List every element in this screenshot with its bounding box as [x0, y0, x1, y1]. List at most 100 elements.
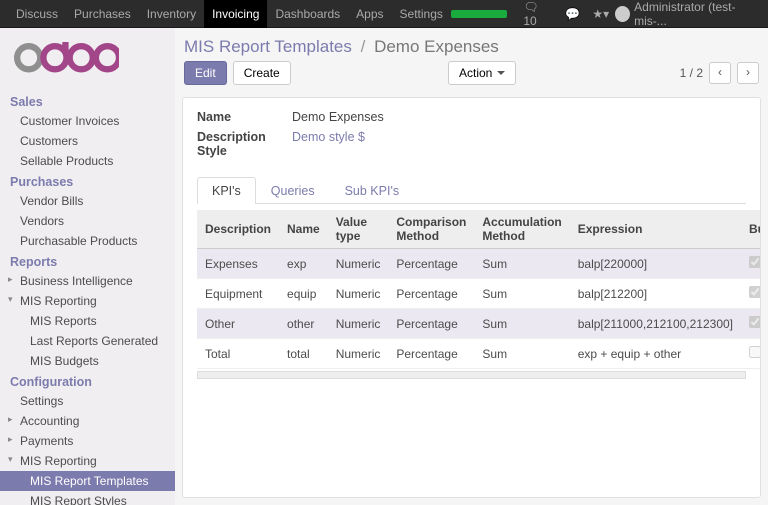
sidebar-item-mis-report-styles[interactable]: MIS Report Styles: [0, 491, 175, 505]
budgetable-checkbox[interactable]: [749, 256, 761, 268]
table-row[interactable]: OtherotherNumericPercentageSumbalp[21100…: [197, 309, 761, 339]
cell-name: exp: [279, 249, 328, 279]
sidebar-item-mis-budgets[interactable]: MIS Budgets: [0, 351, 175, 371]
cell-comp: Percentage: [388, 249, 474, 279]
nav-dashboards[interactable]: Dashboards: [267, 0, 348, 28]
budgetable-checkbox[interactable]: [749, 286, 761, 298]
column-header[interactable]: Description: [197, 210, 279, 249]
nav-discuss[interactable]: Discuss: [8, 0, 66, 28]
cell-name: total: [279, 339, 328, 369]
nav-settings[interactable]: Settings: [392, 0, 451, 28]
field-label-name: Name: [197, 110, 292, 124]
kpi-table: DescriptionNameValue typeComparison Meth…: [197, 210, 761, 369]
cell-name: other: [279, 309, 328, 339]
apps-icon[interactable]: ★▾: [592, 7, 609, 21]
sidebar-item-mis-reporting[interactable]: ▾MIS Reporting: [0, 291, 175, 311]
progress-bar[interactable]: [451, 10, 507, 18]
messages-icon[interactable]: 🗨 10: [523, 0, 553, 28]
pager-text: 1 / 2: [680, 66, 703, 80]
chevron-right-icon: ▸: [8, 414, 13, 425]
table-row[interactable]: EquipmentequipNumericPercentageSumbalp[2…: [197, 279, 761, 309]
nav-invoicing[interactable]: Invoicing: [204, 0, 267, 28]
sidebar-head-sales[interactable]: Sales: [0, 91, 175, 111]
main-layout: SalesCustomer InvoicesCustomers Sellable …: [0, 28, 768, 505]
cell-vtype: Numeric: [328, 249, 389, 279]
column-header[interactable]: Expression: [570, 210, 741, 249]
nav-apps[interactable]: Apps: [348, 0, 391, 28]
breadcrumb-parent[interactable]: MIS Report Templates: [184, 37, 352, 56]
cell-comp: Percentage: [388, 309, 474, 339]
sidebar-item-settings[interactable]: Settings: [0, 391, 175, 411]
field-value-description-style[interactable]: Demo style $: [292, 130, 746, 158]
field-label-description-style: Description Style: [197, 130, 292, 158]
chat-icon[interactable]: 💬: [565, 7, 580, 21]
sidebar-item-vendor-bills[interactable]: Vendor Bills: [0, 191, 175, 211]
column-header[interactable]: Accumulation Method: [474, 210, 569, 249]
chevron-down-icon: ▾: [8, 454, 13, 465]
budgetable-checkbox[interactable]: [749, 316, 761, 328]
sidebar-item-customer-invoices[interactable]: Customer Invoices: [0, 111, 175, 131]
field-value-name: Demo Expenses: [292, 110, 746, 124]
sidebar-item-label: Vendors: [20, 214, 64, 228]
cell-name: equip: [279, 279, 328, 309]
tab-queries[interactable]: Queries: [256, 177, 330, 204]
sidebar-item-label: MIS Reporting: [20, 454, 97, 468]
sidebar-head-configuration[interactable]: Configuration: [0, 371, 175, 391]
control-toolbar: Edit Create Action 1 / 2 ‹ ›: [178, 61, 765, 93]
sidebar-item-label: MIS Report Templates: [30, 474, 149, 488]
top-navbar: DiscussPurchasesInventoryInvoicingDashbo…: [0, 0, 768, 28]
breadcrumb-separator: /: [361, 37, 366, 56]
sidebar-item-customers[interactable]: Customers: [0, 131, 175, 151]
tabbar: KPI'sQueriesSub KPI's: [197, 176, 746, 204]
sidebar-item-sellable-products[interactable]: Sellable Products: [0, 151, 175, 171]
sidebar-item-purchasable-products[interactable]: Purchasable Products: [0, 231, 175, 251]
column-header[interactable]: Value type: [328, 210, 389, 249]
sidebar-item-vendors[interactable]: Vendors: [0, 211, 175, 231]
user-menu[interactable]: Administrator (test-mis-...: [615, 0, 760, 28]
horizontal-scrollbar[interactable]: [197, 371, 746, 379]
edit-button[interactable]: Edit: [184, 61, 227, 85]
table-row[interactable]: ExpensesexpNumericPercentageSumbalp[2200…: [197, 249, 761, 279]
cell-budgetable: [741, 249, 761, 279]
sidebar-item-label: MIS Reports: [30, 314, 97, 328]
action-dropdown[interactable]: Action: [448, 61, 516, 85]
nav-inventory[interactable]: Inventory: [139, 0, 204, 28]
logo[interactable]: [0, 38, 175, 91]
sidebar-head-purchases[interactable]: Purchases: [0, 171, 175, 191]
column-header[interactable]: Name: [279, 210, 328, 249]
cell-accum: Sum: [474, 249, 569, 279]
tab-sub-kpi-s[interactable]: Sub KPI's: [330, 177, 415, 204]
cell-budgetable: [741, 279, 761, 309]
sidebar-item-label: Sellable Products: [20, 154, 113, 168]
nav-purchases[interactable]: Purchases: [66, 0, 139, 28]
sidebar-item-label: Purchasable Products: [20, 234, 137, 248]
cell-accum: Sum: [474, 309, 569, 339]
cell-desc: Total: [197, 339, 279, 369]
sidebar-item-mis-reports[interactable]: MIS Reports: [0, 311, 175, 331]
budgetable-checkbox[interactable]: [749, 346, 761, 358]
tab-kpi-s[interactable]: KPI's: [197, 177, 256, 204]
sidebar-item-label: MIS Budgets: [30, 354, 99, 368]
odoo-logo-icon: [14, 42, 119, 74]
table-row[interactable]: TotaltotalNumericPercentageSumexp + equi…: [197, 339, 761, 369]
sidebar-item-label: MIS Reporting: [20, 294, 97, 308]
pager-prev-button[interactable]: ‹: [709, 62, 731, 84]
column-header[interactable]: Budgetable: [741, 210, 761, 249]
cell-expr: balp[212200]: [570, 279, 741, 309]
sidebar-item-last-reports-generated[interactable]: Last Reports Generated: [0, 331, 175, 351]
avatar: [615, 6, 630, 22]
cell-vtype: Numeric: [328, 309, 389, 339]
sidebar-item-mis-reporting[interactable]: ▾ MIS Reporting: [0, 451, 175, 471]
sidebar: SalesCustomer InvoicesCustomers Sellable …: [0, 28, 175, 505]
cell-desc: Expenses: [197, 249, 279, 279]
cell-vtype: Numeric: [328, 279, 389, 309]
pager-next-button[interactable]: ›: [737, 62, 759, 84]
sidebar-item-business-intelligence[interactable]: ▸Business Intelligence: [0, 271, 175, 291]
sidebar-item-mis-report-templates[interactable]: MIS Report Templates: [0, 471, 175, 491]
column-header[interactable]: Comparison Method: [388, 210, 474, 249]
sidebar-item-payments[interactable]: ▸Payments: [0, 431, 175, 451]
create-button[interactable]: Create: [233, 61, 291, 85]
sidebar-item-label: Last Reports Generated: [30, 334, 158, 348]
sidebar-item-accounting[interactable]: ▸Accounting: [0, 411, 175, 431]
sidebar-head-reports[interactable]: Reports: [0, 251, 175, 271]
